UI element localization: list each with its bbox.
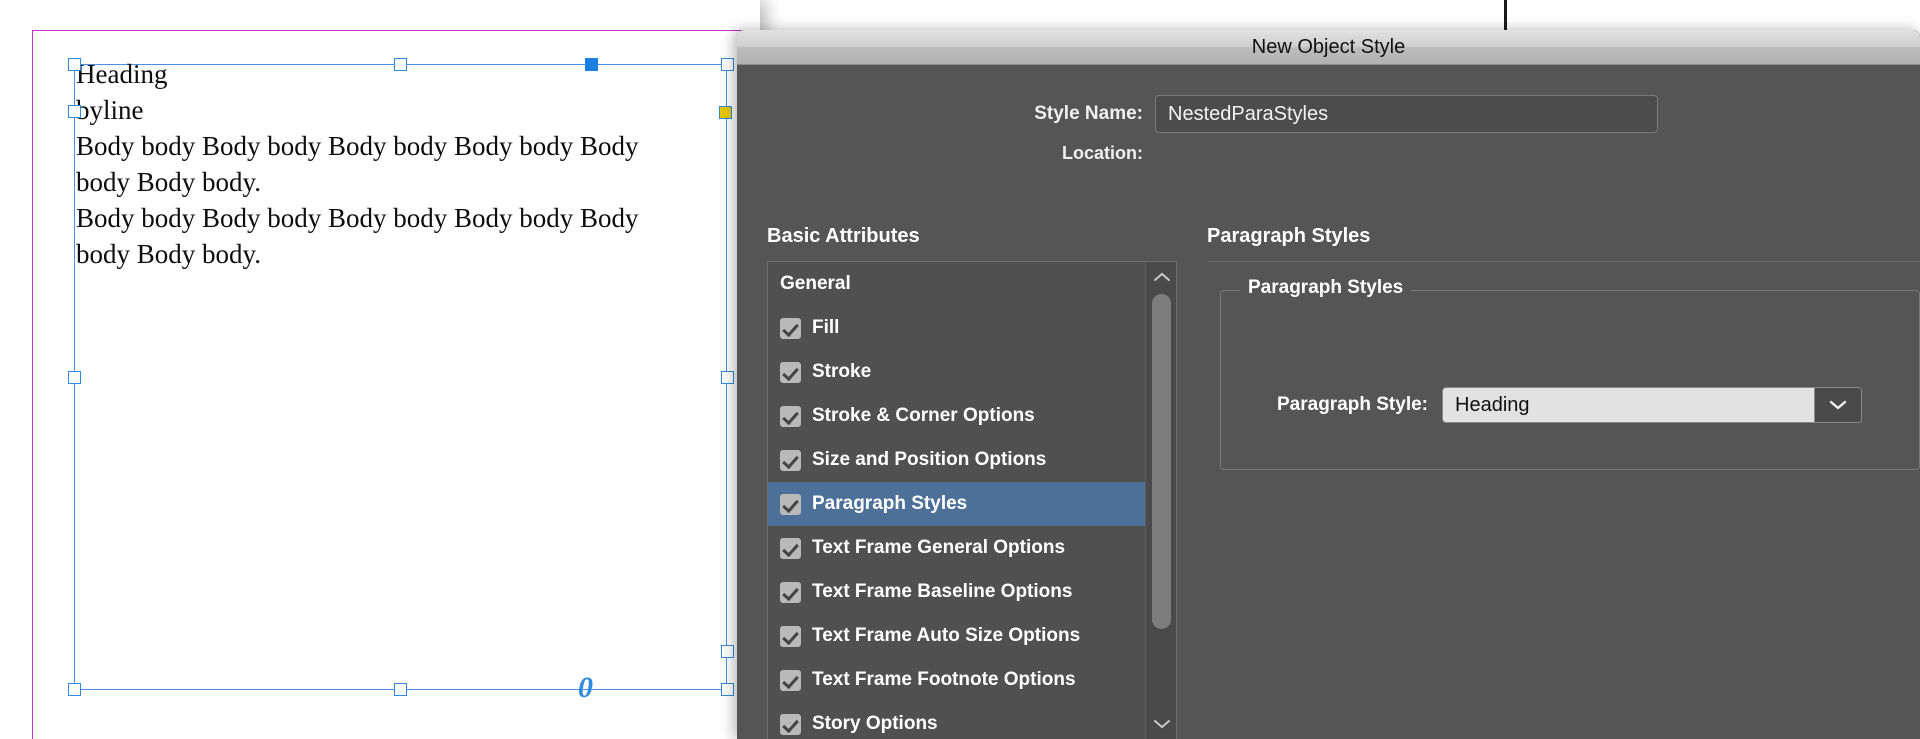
dialog-body: Style Name: NestedParaStyles Location: B… xyxy=(737,65,1920,739)
checkbox-checked-icon[interactable] xyxy=(780,318,801,339)
checkbox-checked-icon[interactable] xyxy=(780,670,801,691)
attr-row-fill[interactable]: Fill xyxy=(768,306,1146,350)
style-name-label: Style Name: xyxy=(737,103,1155,125)
dialog-title: New Object Style xyxy=(1252,36,1405,59)
paragraph-style-row: Paragraph Style: Heading xyxy=(1220,387,1862,423)
style-name-input[interactable]: NestedParaStyles xyxy=(1155,95,1658,133)
attr-label: Size and Position Options xyxy=(812,449,1046,471)
paragraph-style-value: Heading xyxy=(1443,388,1814,422)
basic-attributes-heading: Basic Attributes xyxy=(767,225,1177,248)
page-sheet[interactable]: Heading byline Body body Body body Body … xyxy=(0,0,760,739)
attr-label: Fill xyxy=(812,317,839,339)
handle-bottom-center[interactable] xyxy=(394,683,407,696)
basic-attributes-column: Basic Attributes xyxy=(767,225,1177,258)
checkbox-checked-icon[interactable] xyxy=(780,406,801,427)
attr-label: Stroke & Corner Options xyxy=(812,405,1035,427)
handle-out-port[interactable] xyxy=(721,645,734,658)
doc-line-body-1a: Body body Body body Body body Body body … xyxy=(76,128,716,164)
paragraph-style-label: Paragraph Style: xyxy=(1220,394,1442,416)
doc-line-byline: byline xyxy=(76,92,716,128)
paragraph-style-dropdown[interactable]: Heading xyxy=(1442,387,1862,423)
attr-label: Paragraph Styles xyxy=(812,493,967,515)
attr-label: General xyxy=(780,273,851,295)
handle-mid-left[interactable] xyxy=(68,371,81,384)
attr-row-text-frame-baseline-options[interactable]: Text Frame Baseline Options xyxy=(768,570,1146,614)
paragraph-styles-group-legend: Paragraph Styles xyxy=(1240,277,1411,299)
paragraph-styles-groupbox xyxy=(1220,290,1920,470)
new-object-style-dialog[interactable]: New Object Style Style Name: NestedParaS… xyxy=(737,30,1920,739)
doc-line-body-2a: Body body Body body Body body Body body … xyxy=(76,200,716,236)
attr-row-general[interactable]: General xyxy=(768,262,1146,306)
attr-row-text-frame-footnote-options[interactable]: Text Frame Footnote Options xyxy=(768,658,1146,702)
attr-row-story-options[interactable]: Story Options xyxy=(768,702,1146,739)
handle-bottom-left[interactable] xyxy=(68,683,81,696)
attr-label: Text Frame Auto Size Options xyxy=(812,625,1080,647)
attr-row-paragraph-styles[interactable]: Paragraph Styles xyxy=(768,482,1146,526)
attr-label: Story Options xyxy=(812,713,938,735)
scrollbar-thumb[interactable] xyxy=(1152,294,1171,629)
attributes-list-container[interactable]: General Fill Stroke Stroke & Corner Opti… xyxy=(767,261,1177,739)
checkbox-checked-icon[interactable] xyxy=(780,582,801,603)
attr-row-stroke[interactable]: Stroke xyxy=(768,350,1146,394)
paragraph-styles-heading: Paragraph Styles xyxy=(1207,225,1897,248)
handle-bottom-right[interactable] xyxy=(721,683,734,696)
attr-row-text-frame-general-options[interactable]: Text Frame General Options xyxy=(768,526,1146,570)
attributes-scrollbar[interactable] xyxy=(1145,262,1176,739)
attributes-list[interactable]: General Fill Stroke Stroke & Corner Opti… xyxy=(768,262,1146,739)
location-row: Location: xyxy=(737,143,1920,164)
checkbox-checked-icon[interactable] xyxy=(780,362,801,383)
doc-line-body-2b: body Body body. xyxy=(76,236,716,272)
attr-row-stroke-corner-options[interactable]: Stroke & Corner Options xyxy=(768,394,1146,438)
handle-mid-right[interactable] xyxy=(721,371,734,384)
scroll-down-icon[interactable] xyxy=(1146,711,1177,737)
paragraph-styles-column: Paragraph Styles xyxy=(1207,225,1897,258)
attr-row-text-frame-auto-size-options[interactable]: Text Frame Auto Size Options xyxy=(768,614,1146,658)
handle-top-left[interactable] xyxy=(68,58,81,71)
checkbox-checked-icon[interactable] xyxy=(780,494,801,515)
section-divider xyxy=(1207,261,1920,262)
scroll-up-icon[interactable] xyxy=(1146,264,1177,290)
attr-label: Text Frame Footnote Options xyxy=(812,669,1076,691)
attr-row-size-and-position-options[interactable]: Size and Position Options xyxy=(768,438,1146,482)
handle-in-port[interactable] xyxy=(585,58,598,71)
chevron-down-icon[interactable] xyxy=(1814,388,1861,422)
overset-indicator[interactable]: 0 xyxy=(578,671,593,705)
handle-top-right[interactable] xyxy=(721,58,734,71)
attr-label: Stroke xyxy=(812,361,871,383)
checkbox-checked-icon[interactable] xyxy=(780,626,801,647)
doc-line-body-1b: body Body body. xyxy=(76,164,716,200)
attr-label: Text Frame General Options xyxy=(812,537,1065,559)
attr-label: Text Frame Baseline Options xyxy=(812,581,1072,603)
handle-out-port-top[interactable] xyxy=(719,106,732,119)
checkbox-checked-icon[interactable] xyxy=(780,450,801,471)
checkbox-checked-icon[interactable] xyxy=(780,538,801,559)
dialog-titlebar[interactable]: New Object Style xyxy=(737,30,1920,65)
location-label: Location: xyxy=(737,143,1155,164)
story-text[interactable]: Heading byline Body body Body body Body … xyxy=(76,56,716,272)
handle-in-port-left[interactable] xyxy=(68,105,81,118)
style-name-row: Style Name: NestedParaStyles xyxy=(737,95,1920,133)
text-cursor-caret xyxy=(1504,0,1507,31)
checkbox-checked-icon[interactable] xyxy=(780,714,801,735)
handle-top-center[interactable] xyxy=(394,58,407,71)
